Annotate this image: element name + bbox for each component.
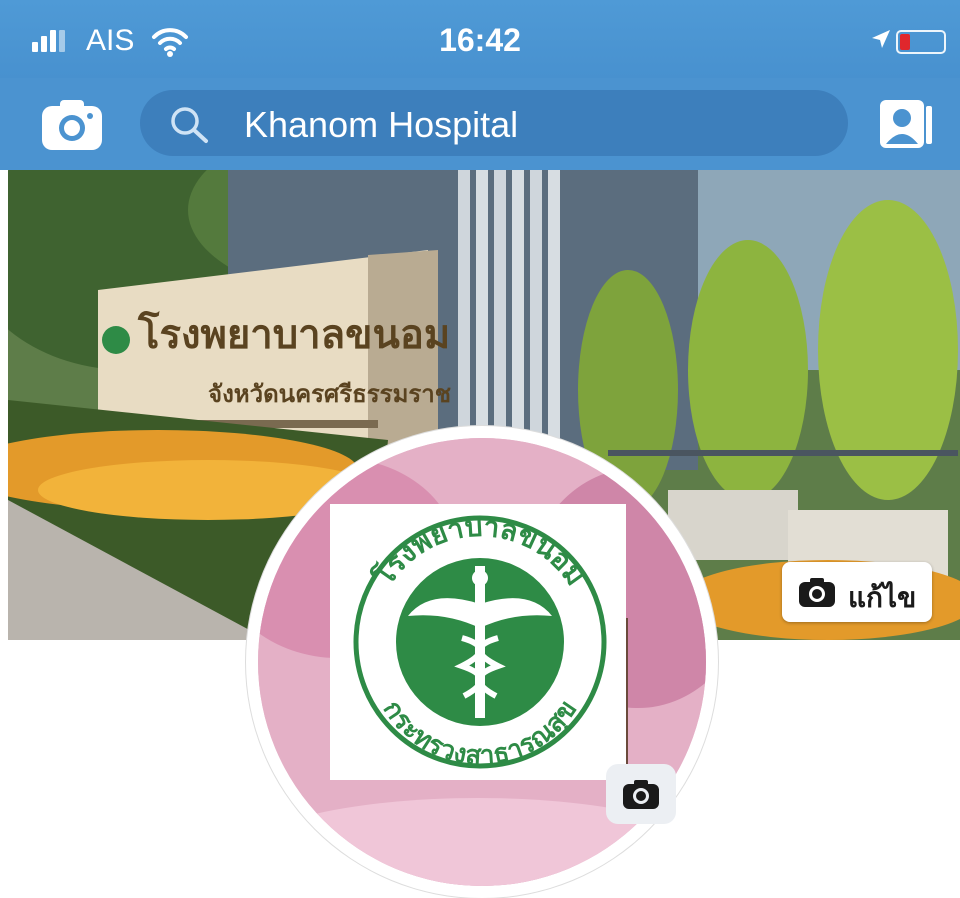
- edit-profile-photo-button[interactable]: [606, 764, 676, 824]
- nav-bar: Khanom Hospital: [0, 78, 960, 170]
- edit-cover-button[interactable]: แก้ไข: [782, 562, 932, 622]
- search-box[interactable]: Khanom Hospital: [140, 90, 848, 156]
- search-icon: [171, 107, 208, 143]
- camera-icon: [799, 578, 835, 607]
- camera-icon: [42, 100, 102, 150]
- battery-level: [900, 34, 910, 50]
- clock: 16:42: [439, 22, 521, 58]
- battery-icon: [896, 30, 946, 54]
- camera-icon: [623, 780, 659, 809]
- search-query[interactable]: Khanom Hospital: [244, 104, 518, 146]
- contacts-icon: [880, 100, 932, 148]
- edit-cover-label: แก้ไข: [848, 582, 917, 613]
- camera-button[interactable]: [40, 96, 104, 152]
- contacts-button[interactable]: [876, 94, 940, 154]
- status-bar: AIS 16:42: [0, 0, 960, 78]
- location-arrow-icon: [870, 28, 892, 55]
- sign-title: โรงพยาบาลขนอม: [137, 311, 450, 357]
- sign-subtitle: จังหวัดนครศรีธรรมราช: [208, 381, 451, 408]
